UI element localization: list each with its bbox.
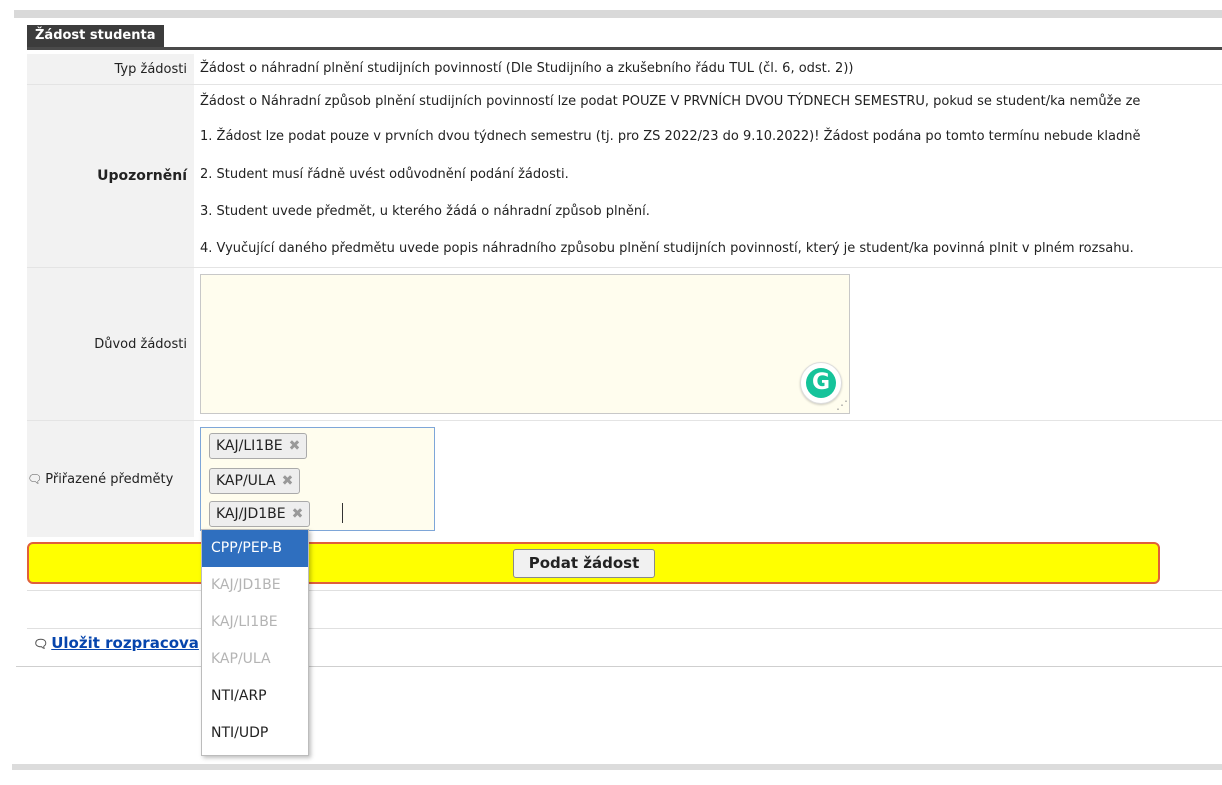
dropdown-option: KAP/ULA [211, 651, 271, 667]
header-divider [27, 47, 1222, 50]
type-label: Typ žádosti [27, 54, 194, 84]
warning-line: 4. Vyučující daného předmětu uvede popis… [200, 241, 1134, 256]
submit-button[interactable]: Podat žádost [513, 549, 655, 578]
subject-chip: KAJ/LI1BE ✖ [209, 433, 308, 459]
subject-chip: KAJ/JD1BE ✖ [209, 501, 311, 527]
remove-icon[interactable]: ✖ [289, 438, 301, 454]
subject-chip-label: KAJ/LI1BE [216, 438, 283, 454]
warning-row: Upozornění Žádost o Náhradní způsob plně… [27, 85, 1222, 267]
reason-label: Důvod žádosti [27, 268, 194, 420]
warning-line: 3. Student uvede předmět, u kterého žádá… [200, 204, 650, 219]
remove-icon[interactable]: ✖ [292, 506, 304, 522]
subjects-label-cell: 🗨 Přiřazené předměty [27, 421, 194, 537]
reason-textarea[interactable] [200, 274, 850, 414]
warning-line: 2. Student musí řádně uvést odůvodnění p… [200, 167, 569, 182]
dropdown-option: KAJ/JD1BE [211, 577, 281, 593]
remove-icon[interactable]: ✖ [282, 473, 294, 489]
form-title: Žádost studenta [27, 25, 164, 47]
help-bubble-icon[interactable]: 🗨 [27, 472, 42, 486]
warning-line: Žádost o Náhradní způsob plnění studijní… [200, 94, 1141, 109]
subjects-multiselect[interactable]: KAJ/LI1BE ✖ KAP/ULA ✖ KAJ/JD1BE ✖ [200, 427, 435, 531]
warning-line: 1. Žádost lze podat pouze v prvních dvou… [200, 129, 1141, 144]
type-value: Žádost o náhradní plnění studijních povi… [200, 61, 854, 76]
type-row: Typ žádosti Žádost o náhradní plnění stu… [27, 54, 1222, 84]
dropdown-option[interactable]: CPP/PEP-B [202, 530, 308, 567]
dropdown-option[interactable]: NTI/UDP [202, 715, 308, 752]
dropdown-option[interactable]: NTI/ARP [202, 678, 308, 715]
subject-chip-label: KAJ/JD1BE [216, 506, 286, 522]
grammarly-glyph: G [806, 368, 836, 398]
save-draft-link-wrap: 🗨 Uložit rozpracova [33, 634, 199, 652]
warning-text: Žádost o Náhradní způsob plnění studijní… [195, 85, 1222, 267]
warning-label: Upozornění [27, 85, 194, 267]
text-caret [342, 503, 343, 523]
subject-chip-label: KAP/ULA [216, 473, 276, 489]
subject-chip: KAP/ULA ✖ [209, 468, 301, 494]
resize-handle-icon[interactable]: ⋰ [836, 398, 848, 412]
help-bubble-icon[interactable]: 🗨 [33, 637, 48, 651]
dropdown-option: KAJ/LI1BE [211, 614, 278, 630]
subjects-label: Přiřazené předměty [45, 471, 174, 487]
bottom-border [12, 764, 1222, 770]
save-draft-link[interactable]: Uložit rozpracova [51, 634, 199, 652]
subjects-dropdown: CPP/PEP-B KAJ/JD1BE KAJ/LI1BE KAP/ULA NT… [201, 529, 309, 756]
top-border [14, 10, 1222, 18]
